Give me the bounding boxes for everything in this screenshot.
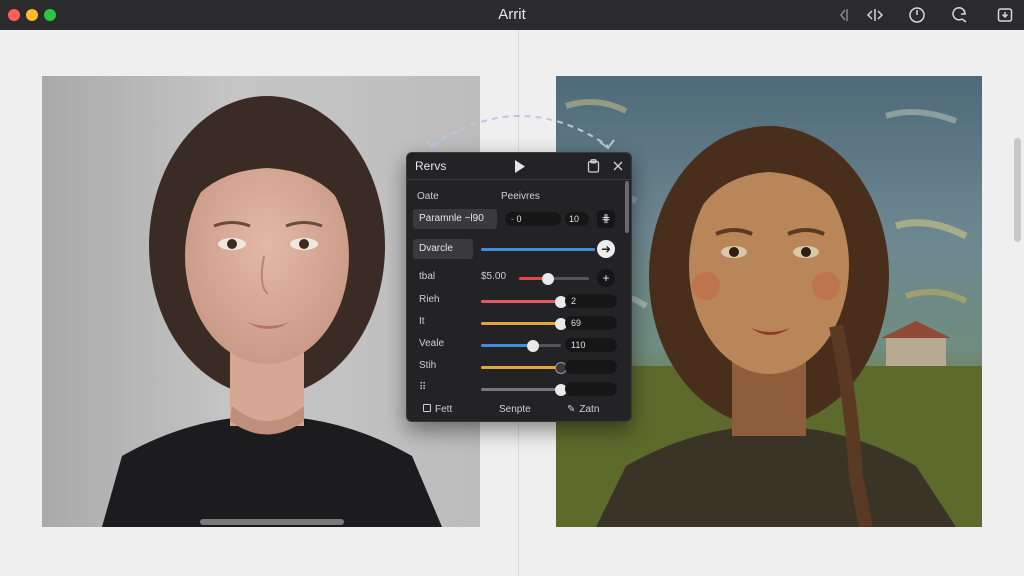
row-slider-fill xyxy=(481,366,561,369)
row-slider-fill xyxy=(481,388,561,391)
row-label: It xyxy=(419,316,425,327)
footer-font-button[interactable]: Fett xyxy=(423,404,452,415)
footer-edit-button[interactable]: ✎ Zatn xyxy=(567,404,599,415)
row-value-field[interactable] xyxy=(565,382,617,396)
history-icon[interactable] xyxy=(908,6,926,24)
left-column-label: Oate xyxy=(417,191,439,202)
preset-min-field[interactable]: - 0 xyxy=(505,212,561,226)
preset-min-value: 0 xyxy=(516,214,522,224)
vertical-scrollbar[interactable] xyxy=(1014,138,1021,242)
row-label: Veale xyxy=(419,338,445,349)
active-row-label[interactable]: Dvarcle xyxy=(413,239,473,259)
panel-scrollbar[interactable] xyxy=(625,181,629,233)
style-panel: Rervs Oate Peeivres Paramnle ~l90 - 0 10… xyxy=(406,152,632,422)
split-view-icon[interactable] xyxy=(866,6,884,24)
row-value-field[interactable]: 2 xyxy=(565,294,617,308)
row-slider-fill xyxy=(481,300,561,303)
pencil-icon: ✎ xyxy=(567,404,576,415)
footer-right-label: Zatn xyxy=(579,404,600,415)
row-label: tbal xyxy=(419,271,436,282)
title-bar: Arrit xyxy=(0,0,1024,30)
export-icon[interactable] xyxy=(996,6,1014,24)
play-icon[interactable] xyxy=(514,160,526,173)
slider-handle[interactable] xyxy=(200,519,344,525)
split-view-left-icon[interactable] xyxy=(838,6,856,24)
row-label: ⠿ xyxy=(419,382,427,393)
row-label: Stih xyxy=(419,360,437,371)
close-icon[interactable] xyxy=(613,161,623,171)
clipboard-icon[interactable] xyxy=(587,159,600,173)
row-slider[interactable] xyxy=(481,383,567,396)
row-slider-knob[interactable] xyxy=(527,339,539,352)
panel-header: Rervs xyxy=(407,153,631,180)
row-slider-knob[interactable] xyxy=(542,272,555,285)
transfer-arc-icon xyxy=(425,115,615,150)
row-slider[interactable] xyxy=(481,295,567,308)
row-slider[interactable] xyxy=(481,361,567,374)
footer-sample-button[interactable]: Senpte xyxy=(499,404,531,415)
apply-arrow-icon[interactable]: ➜ xyxy=(597,240,615,258)
row-slider-fill xyxy=(481,344,533,347)
preset-selector[interactable]: Paramnle ~l90 xyxy=(413,209,497,229)
row-slider[interactable] xyxy=(481,317,567,330)
row-slider[interactable] xyxy=(481,339,561,352)
active-row-fill xyxy=(481,248,595,251)
row-label: Rieh xyxy=(419,294,440,305)
right-column-label: Peeivres xyxy=(501,191,540,202)
row-value-field[interactable]: 110 xyxy=(565,338,617,352)
add-icon[interactable]: + xyxy=(597,269,615,287)
search-refresh-icon[interactable] xyxy=(951,6,969,24)
row-value-field[interactable] xyxy=(565,360,617,374)
footer-left-label: Fett xyxy=(435,404,453,415)
row-value: $5.00 xyxy=(481,271,507,282)
row-slider[interactable] xyxy=(519,272,589,285)
preset-options-icon[interactable]: ⋕ xyxy=(597,210,615,228)
preset-max-field[interactable]: 10 xyxy=(565,212,589,226)
row-value-field[interactable]: 69 xyxy=(565,316,617,330)
panel-title: Rervs xyxy=(415,159,447,173)
square-icon xyxy=(423,404,431,412)
active-row-slider[interactable] xyxy=(481,248,595,251)
row-slider-fill xyxy=(481,322,561,325)
